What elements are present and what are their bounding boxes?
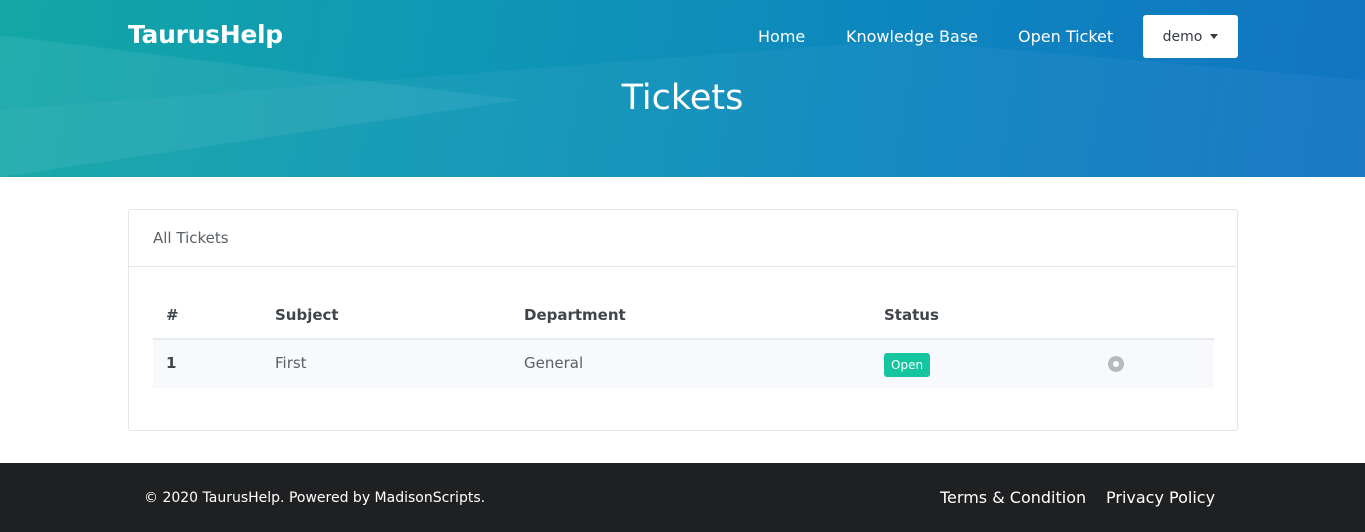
page-title: Tickets (621, 78, 744, 118)
footer: © 2020 TaurusHelp. Powered by MadisonScr… (0, 463, 1365, 532)
terms-link[interactable]: Terms & Condition (940, 488, 1086, 507)
column-status: Status (884, 306, 939, 324)
view-icon[interactable] (1108, 356, 1124, 372)
copyright-text: © 2020 TaurusHelp. Powered by MadisonScr… (144, 490, 486, 506)
column-subject: Subject (275, 306, 339, 324)
caret-down-icon (1210, 34, 1219, 39)
nav-knowledge-base[interactable]: Knowledge Base (846, 27, 978, 46)
table-row[interactable]: 1 First General Open (153, 340, 1214, 388)
table-header: # Subject Department Status (153, 292, 1214, 340)
column-department: Department (524, 306, 626, 324)
nav-home[interactable]: Home (758, 27, 805, 46)
header-banner: TaurusHelp Home Knowledge Base Open Tick… (0, 0, 1365, 177)
brand-logo[interactable]: TaurusHelp (128, 20, 283, 49)
column-number: # (166, 306, 179, 324)
user-menu-label: demo (1162, 28, 1203, 45)
nav-open-ticket[interactable]: Open Ticket (1018, 27, 1113, 46)
tickets-table: # Subject Department Status 1 First Gene… (153, 292, 1214, 388)
user-menu-button[interactable]: demo (1143, 15, 1238, 58)
privacy-link[interactable]: Privacy Policy (1106, 488, 1215, 507)
ticket-number: 1 (166, 354, 177, 372)
tickets-card: All Tickets # Subject Department Status … (128, 209, 1238, 431)
ticket-subject: First (275, 354, 307, 372)
card-title: All Tickets (129, 210, 1237, 267)
ticket-department: General (524, 354, 584, 372)
status-badge: Open (884, 353, 931, 377)
